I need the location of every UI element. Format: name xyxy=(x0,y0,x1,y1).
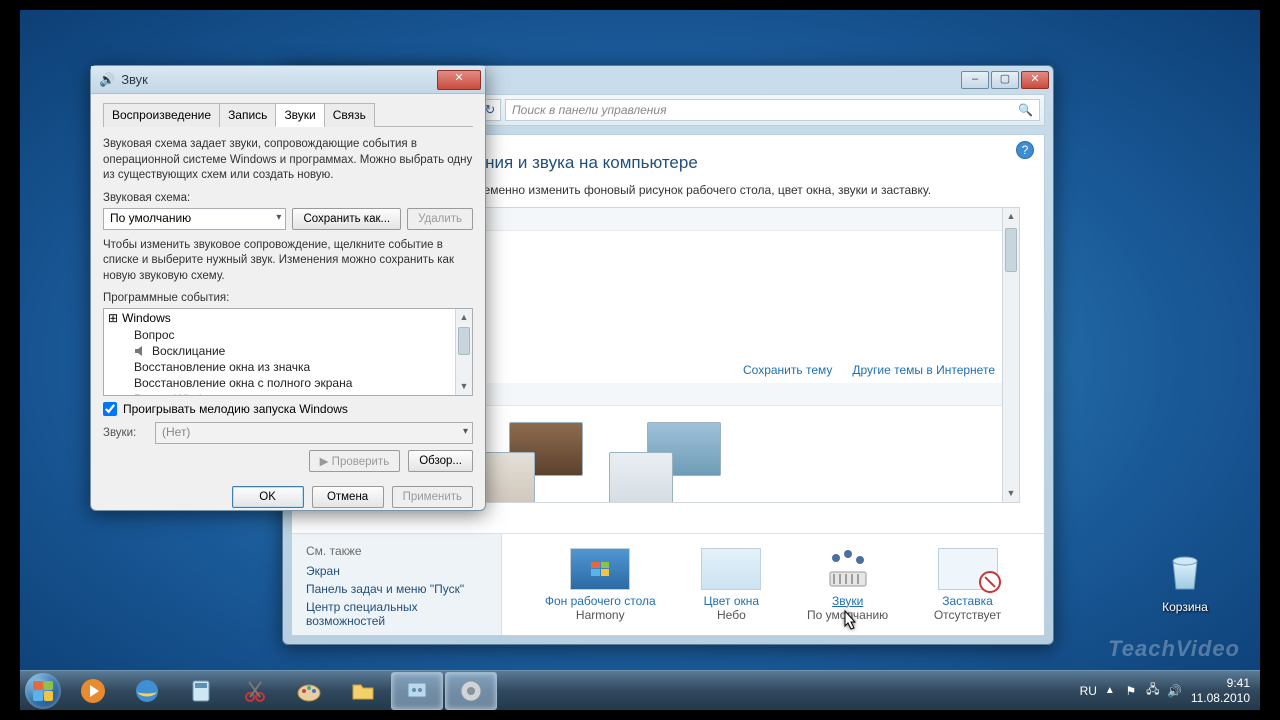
minimize-button[interactable]: – xyxy=(961,71,989,89)
speaker-icon: 🔊 xyxy=(99,72,115,88)
save-as-button[interactable]: Сохранить как... xyxy=(292,208,401,230)
tray-lang[interactable]: RU xyxy=(1080,684,1097,698)
taskbar: RU ▲ ⚑ 🖧 🔊 9:41 11.08.2010 xyxy=(20,670,1260,710)
link-save-theme[interactable]: Сохранить тему xyxy=(743,363,832,377)
see-also-header: См. также xyxy=(306,544,487,558)
tab-sounds[interactable]: Звуки xyxy=(275,103,324,127)
quick-window-color[interactable]: Цвет окна Небо xyxy=(701,548,761,622)
quick-sounds[interactable]: Звуки По умолчанию xyxy=(807,548,888,622)
quick-desktop-background[interactable]: Фон рабочего стола Harmony xyxy=(545,548,656,622)
tray-volume-icon[interactable]: 🔊 xyxy=(1167,683,1183,699)
start-button[interactable] xyxy=(20,672,66,710)
scroll-down-icon[interactable]: ▼ xyxy=(456,378,472,395)
scheme-label: Звуковая схема: xyxy=(103,192,473,204)
desktop-bg-icon xyxy=(570,548,630,590)
close-button[interactable]: ✕ xyxy=(1021,71,1049,89)
see-also-panel: См. также Экран Панель задач и меню "Пус… xyxy=(292,534,502,635)
scroll-down-icon[interactable]: ▼ xyxy=(1003,485,1019,502)
tray-network-icon[interactable]: 🖧 xyxy=(1145,683,1161,699)
scheme-dropdown[interactable]: По умолчанию xyxy=(103,208,286,230)
quick-screensaver[interactable]: Заставка Отсутствует xyxy=(934,548,1001,622)
search-placeholder: Поиск в панели управления xyxy=(512,103,667,117)
taskbar-explorer[interactable] xyxy=(337,672,389,710)
link-online-themes[interactable]: Другие темы в Интернете xyxy=(852,363,995,377)
sound-tabs: Воспроизведение Запись Звуки Связь xyxy=(103,102,473,127)
tray-clock[interactable]: 9:41 11.08.2010 xyxy=(1191,676,1250,705)
sound-file-dropdown: (Нет) xyxy=(155,422,473,444)
event-item[interactable]: Вход в Windows xyxy=(104,391,472,396)
event-item[interactable]: Вопрос xyxy=(104,327,472,343)
startup-sound-checkbox[interactable]: Проигрывать мелодию запуска Windows xyxy=(103,402,473,416)
system-tray: RU ▲ ⚑ 🖧 🔊 9:41 11.08.2010 xyxy=(1080,676,1260,705)
taskbar-media-player[interactable] xyxy=(67,672,119,710)
help-button[interactable]: ? xyxy=(1016,141,1034,159)
themes-scrollbar[interactable]: ▲ ▼ xyxy=(1002,208,1019,502)
scroll-thumb[interactable] xyxy=(458,327,470,355)
taskbar-snip[interactable] xyxy=(229,672,281,710)
browse-button[interactable]: Обзор... xyxy=(408,450,473,472)
link-taskbar-start[interactable]: Панель задач и меню "Пуск" xyxy=(306,582,487,596)
test-button: ▶ Проверить xyxy=(309,450,401,472)
taskbar-control-panel[interactable] xyxy=(391,672,443,710)
sound-close-button[interactable]: ✕ xyxy=(437,70,481,90)
windows-icon: ⊞ xyxy=(108,311,118,325)
desktop: Корзина TeachVideo – ▢ ✕ Персонализация … xyxy=(20,10,1260,710)
delete-button: Удалить xyxy=(407,208,473,230)
events-listbox[interactable]: ⊞Windows Вопрос Восклицание Восстановлен… xyxy=(103,308,473,396)
sound-assigned-icon xyxy=(134,345,146,357)
tab-playback[interactable]: Воспроизведение xyxy=(103,103,220,127)
cancel-button[interactable]: Отмена xyxy=(312,486,384,508)
theme-tile-aero-3[interactable] xyxy=(605,418,725,503)
startup-sound-input[interactable] xyxy=(103,402,117,416)
tab-communications[interactable]: Связь xyxy=(324,103,375,127)
clock-date: 11.08.2010 xyxy=(1191,691,1250,705)
events-label: Программные события: xyxy=(103,292,473,304)
scroll-up-icon[interactable]: ▲ xyxy=(456,309,472,326)
ok-button[interactable]: OK xyxy=(232,486,304,508)
taskbar-calc[interactable] xyxy=(175,672,227,710)
maximize-button[interactable]: ▢ xyxy=(991,71,1019,89)
recycle-bin-icon[interactable]: Корзина xyxy=(1150,549,1220,614)
apply-button: Применить xyxy=(392,486,473,508)
screensaver-icon xyxy=(938,548,998,590)
clock-time: 9:41 xyxy=(1191,676,1250,690)
link-display[interactable]: Экран xyxy=(306,564,487,578)
window-color-icon xyxy=(701,548,761,590)
sounds-icon xyxy=(818,548,878,590)
sounds-label: Звуки: xyxy=(103,427,147,439)
tray-flag-icon[interactable]: ⚑ xyxy=(1123,683,1139,699)
sound-titlebar[interactable]: 🔊 Звук ✕ xyxy=(91,66,485,94)
taskbar-paint[interactable] xyxy=(283,672,335,710)
watermark: TeachVideo xyxy=(1108,636,1240,662)
scroll-up-icon[interactable]: ▲ xyxy=(1003,208,1019,225)
scheme-intro: Звуковая схема задает звуки, сопровождаю… xyxy=(103,137,473,184)
recycle-bin-label: Корзина xyxy=(1150,600,1220,614)
search-icon: 🔍 xyxy=(1018,103,1033,117)
event-item[interactable]: Восклицание xyxy=(104,343,472,359)
event-item[interactable]: Восстановление окна с полного экрана xyxy=(104,375,472,391)
tray-show-hidden-icon[interactable]: ▲ xyxy=(1105,685,1115,696)
events-scrollbar[interactable]: ▲ ▼ xyxy=(455,309,472,395)
events-intro: Чтобы изменить звуковое сопровождение, щ… xyxy=(103,238,473,285)
event-item[interactable]: Восстановление окна из значка xyxy=(104,359,472,375)
search-input[interactable]: Поиск в панели управления 🔍 xyxy=(505,99,1040,121)
sound-title: Звук xyxy=(121,72,148,87)
link-ease-of-access[interactable]: Центр специальных возможностей xyxy=(306,600,487,628)
sound-dialog: 🔊 Звук ✕ Воспроизведение Запись Звуки Св… xyxy=(90,65,486,511)
tab-recording[interactable]: Запись xyxy=(219,103,276,127)
taskbar-sound-dialog[interactable] xyxy=(445,672,497,710)
scroll-thumb[interactable] xyxy=(1005,228,1017,272)
taskbar-ie[interactable] xyxy=(121,672,173,710)
